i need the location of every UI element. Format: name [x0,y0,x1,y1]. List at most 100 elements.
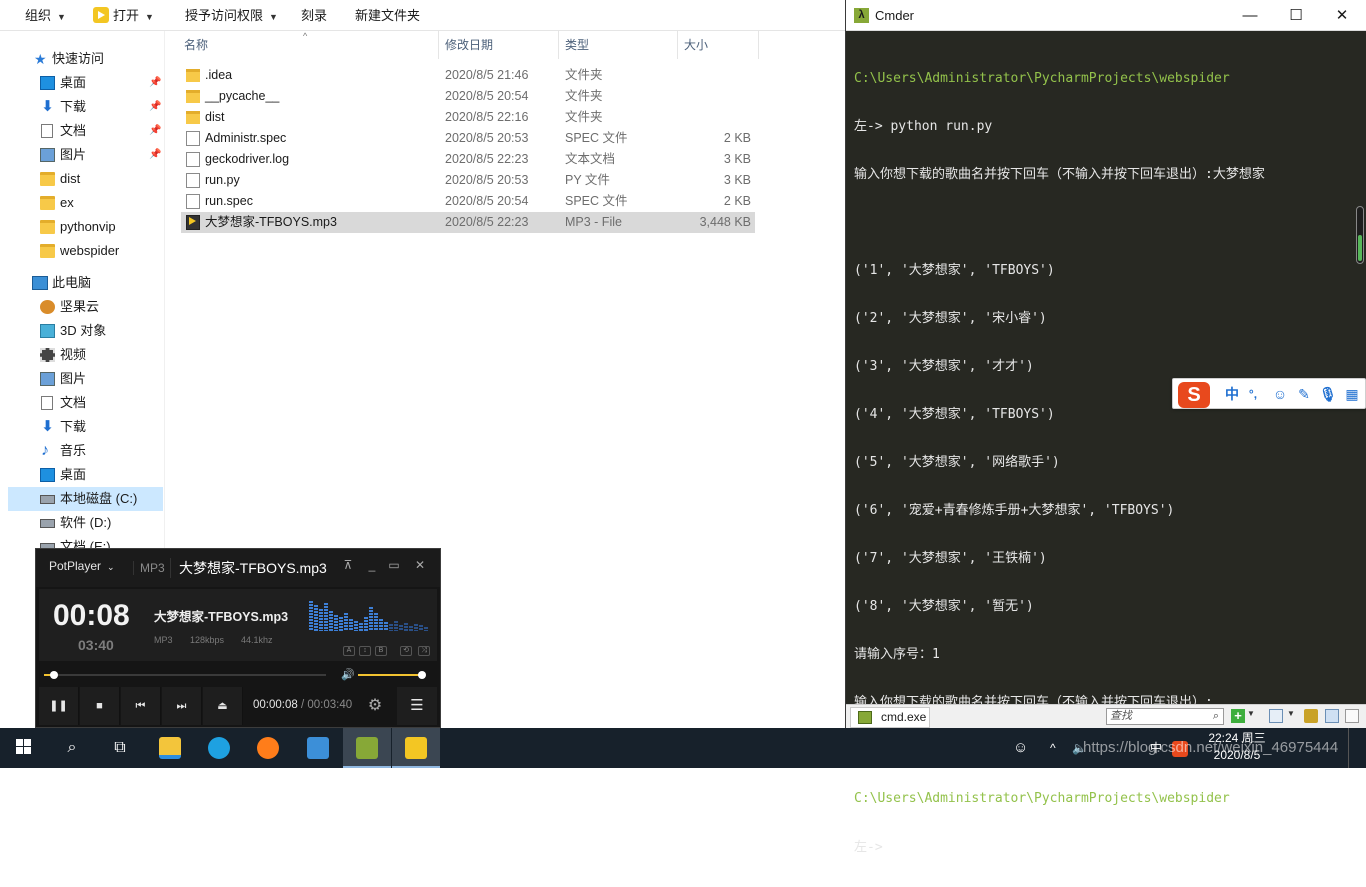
file-explorer-taskbar-icon[interactable] [146,728,194,768]
microphone-icon[interactable]: 🎙 [1318,384,1338,404]
emoji-icon[interactable]: ☺ [1270,384,1290,404]
new-folder-button[interactable]: 新建文件夹 [355,0,420,31]
potplayer-menu[interactable]: PotPlayer ⌄ [49,559,115,573]
chevron-down-icon[interactable]: ▼ [1287,709,1301,723]
close-button[interactable]: ✕ [1319,0,1365,31]
file-row[interactable]: Administr.spec 2020/8/5 20:53 SPEC 文件 2 KB [181,128,755,149]
task-view-icon[interactable]: ⧉ [96,728,144,768]
nav-drive-c[interactable]: 本地磁盘 (C:) [8,487,163,511]
nav-pythonvip[interactable]: pythonvip [0,215,165,239]
people-icon[interactable]: ☺ [1013,728,1028,768]
system-clock[interactable]: 22:24 周三 2020/8/5 [1205,730,1269,764]
volume-handle[interactable] [418,671,426,679]
nav-desktop-pc[interactable]: 桌面 [0,463,165,487]
start-button[interactable] [0,728,48,768]
file-row[interactable]: geckodriver.log 2020/8/5 22:23 文本文档 3 KB [181,149,755,170]
nav-dist[interactable]: dist [0,167,165,191]
settings-gear-icon[interactable]: ⚙ [355,687,395,725]
ime-language-toggle[interactable]: 中 [1222,384,1242,404]
nav-jianguoyun[interactable]: 坚果云 [0,295,165,319]
layout-icon[interactable] [1325,709,1339,723]
ab-repeat-toggle-button[interactable]: ↕ [359,646,371,656]
potplayer-taskbar-icon[interactable] [392,728,440,768]
edge-taskbar-icon[interactable] [195,728,243,768]
nav-downloads[interactable]: ⬇ 下载 📌 [0,95,165,119]
cmder-titlebar[interactable]: λ Cmder — ☐ ✕ [846,0,1366,31]
previous-button[interactable]: ⏮ [121,687,161,725]
shuffle-icon[interactable]: ⤨ [418,646,430,656]
close-button[interactable]: ✕ [412,558,428,572]
chevron-down-icon[interactable]: ▼ [1247,709,1261,723]
grant-access-menu[interactable]: 授予访问权限 ▼ [185,0,278,31]
panel-icon[interactable] [1345,709,1359,723]
firefox-taskbar-icon[interactable] [244,728,292,768]
maximize-button[interactable]: ▭ [386,558,402,572]
console-tab[interactable]: cmd.exe [850,707,930,728]
pin-icon[interactable]: 📌 [149,95,161,119]
nav-pictures-pc[interactable]: 图片 [0,367,165,391]
console-prompt-line[interactable]: 左-> [854,839,1359,855]
chevron-up-icon[interactable]: ^ [1050,728,1056,768]
repeat-icon[interactable]: ⟲ [400,646,412,656]
nav-this-pc[interactable]: 此电脑 [0,271,165,295]
sogou-logo-icon[interactable]: S [1178,382,1210,408]
burn-button[interactable]: 刻录 [301,0,327,31]
nav-3d-objects[interactable]: 3D 对象 [0,319,165,343]
minimize-button[interactable]: — [1227,0,1273,31]
ime-punctuation-toggle[interactable]: °, [1243,384,1263,404]
file-row[interactable]: run.spec 2020/8/5 20:54 SPEC 文件 2 KB [181,191,755,212]
file-row[interactable]: .idea 2020/8/5 21:46 文件夹 [181,65,755,86]
scrollbar-thumb[interactable] [1358,235,1362,261]
pin-icon[interactable]: 📌 [149,119,161,143]
new-console-icon[interactable]: + [1231,709,1245,723]
column-header-type[interactable]: 类型 [559,31,678,59]
pause-button[interactable]: ❚❚ [39,687,79,725]
volume-icon[interactable]: 🔊 [341,668,355,681]
nav-music[interactable]: ♪ 音乐 [0,439,165,463]
nav-desktop[interactable]: 桌面 📌 [0,71,165,95]
grid-menu-icon[interactable]: ▦ [1342,384,1362,404]
file-row[interactable]: dist 2020/8/5 22:16 文件夹 [181,107,755,128]
pin-icon[interactable]: 📌 [149,143,161,167]
eject-button[interactable]: ⏏ [203,687,243,725]
show-desktop-button[interactable] [1348,728,1366,768]
next-button[interactable]: ⏭ [162,687,202,725]
nav-pictures[interactable]: 图片 📌 [0,143,165,167]
search-icon[interactable]: ⌕ [48,728,96,768]
nav-documents[interactable]: 文档 📌 [0,119,165,143]
app-taskbar-icon[interactable] [294,728,342,768]
potplayer-titlebar[interactable]: PotPlayer ⌄ MP3 大梦想家-TFBOYS.mp3 ⊼ _ ▭ ✕ [36,549,440,587]
nav-ex[interactable]: ex [0,191,165,215]
scrollbar[interactable] [1356,206,1364,264]
minimize-button[interactable]: _ [364,558,380,572]
column-header-date[interactable]: 修改日期 [439,31,559,59]
pen-icon[interactable]: ✎ [1294,384,1314,404]
nav-webspider[interactable]: webspider [0,239,165,263]
maximize-button[interactable]: ☐ [1273,0,1319,31]
split-view-icon[interactable] [1269,709,1283,723]
volume-slider[interactable] [358,671,426,679]
menu-icon[interactable]: ☰ [397,687,437,725]
ab-repeat-a-button[interactable]: A [343,646,355,656]
lock-icon[interactable] [1304,709,1318,723]
file-row[interactable]: __pycache__ 2020/8/5 20:54 文件夹 [181,86,755,107]
nav-downloads-pc[interactable]: ⬇ 下载 [0,415,165,439]
open-menu[interactable]: 打开 ▼ [93,0,154,31]
cmder-taskbar-icon[interactable] [343,728,391,768]
file-row[interactable]: run.py 2020/8/5 20:53 PY 文件 3 KB [181,170,755,191]
seek-handle[interactable] [50,671,58,679]
nav-drive-d[interactable]: 软件 (D:) [0,511,165,535]
file-row-selected[interactable]: 大梦想家-TFBOYS.mp3 2020/8/5 22:23 MP3 - File 3… [181,212,755,233]
seek-bar[interactable] [44,671,326,679]
nav-documents-pc[interactable]: 文档 [0,391,165,415]
column-header-name[interactable]: 名称 [178,31,439,59]
column-header-size[interactable]: 大小 [678,31,759,59]
pin-icon[interactable]: 📌 [149,71,161,95]
nav-quick-access[interactable]: ★ 快速访问 [0,47,165,71]
find-input[interactable]: 查找 ⌕ [1106,708,1224,725]
nav-videos[interactable]: 视频 [0,343,165,367]
ab-repeat-b-button[interactable]: B [375,646,387,656]
pin-icon[interactable]: ⊼ [340,558,356,572]
stop-button[interactable]: ■ [80,687,120,725]
organize-menu[interactable]: 组织 ▼ [25,0,66,31]
